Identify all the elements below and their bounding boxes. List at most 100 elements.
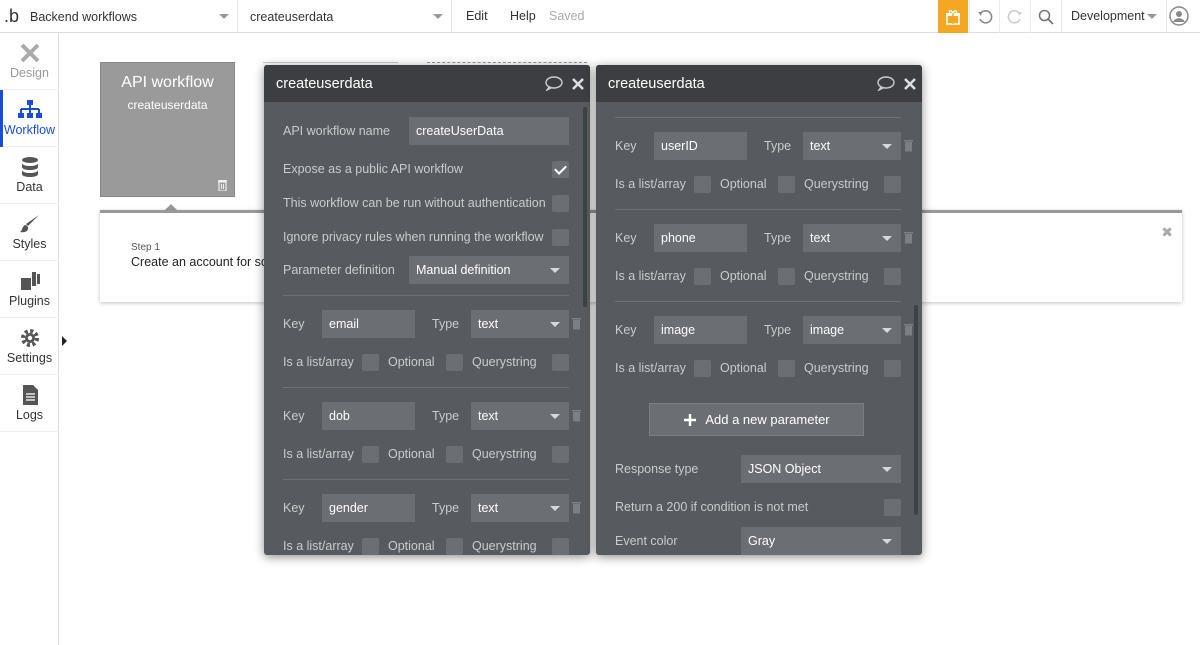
trash-icon[interactable]	[903, 139, 914, 152]
param-list-checkbox[interactable]	[694, 176, 711, 193]
gift-button[interactable]	[938, 0, 968, 33]
user-avatar-icon[interactable]	[1169, 6, 1189, 26]
trash-icon[interactable]	[903, 231, 914, 244]
environment-selector[interactable]: Development	[1061, 0, 1167, 33]
panel-header[interactable]: createuserdata	[264, 65, 590, 102]
param-querystring-checkbox[interactable]	[884, 268, 901, 285]
menu-edit[interactable]: Edit	[466, 9, 488, 23]
search-button[interactable]	[1030, 0, 1060, 33]
sidebar-item-workflow[interactable]: Workflow	[0, 90, 59, 147]
param-key-label: Key	[615, 139, 637, 153]
menu-help[interactable]: Help	[510, 9, 536, 23]
redo-button[interactable]	[999, 0, 1029, 33]
comment-icon[interactable]	[877, 76, 895, 91]
param-list-checkbox[interactable]	[362, 446, 379, 463]
trash-icon[interactable]	[571, 501, 582, 514]
param-key-label: Key	[283, 501, 305, 515]
divider	[615, 209, 901, 210]
step-description[interactable]: Create an account for so	[131, 255, 268, 269]
trash-icon[interactable]	[217, 179, 228, 191]
plugins-icon	[20, 272, 40, 290]
return-200-checkbox[interactable]	[884, 499, 901, 516]
param-querystring-label: Querystring	[472, 447, 537, 461]
sidebar-item-settings[interactable]: Settings	[0, 318, 59, 375]
trash-icon[interactable]	[571, 409, 582, 422]
param-querystring-checkbox[interactable]	[884, 360, 901, 377]
sidebar-item-data[interactable]: Data	[0, 147, 59, 204]
param-list-checkbox[interactable]	[362, 354, 379, 371]
param-optional-label: Optional	[720, 361, 767, 375]
param-list-label: Is a list/array	[615, 361, 686, 375]
sidebar-item-logs[interactable]: Logs	[0, 375, 59, 432]
param-key-label: Key	[283, 317, 305, 331]
parameter-definition-dropdown[interactable]: Manual definition	[409, 256, 569, 284]
param-key-input[interactable]: image	[654, 316, 747, 344]
param-optional-label: Optional	[388, 539, 435, 553]
param-type-dropdown[interactable]: text	[471, 402, 569, 430]
param-type-dropdown[interactable]: text	[471, 494, 569, 522]
param-list-checkbox[interactable]	[694, 360, 711, 377]
panel-scrollbar[interactable]	[583, 107, 587, 307]
param-type-dropdown[interactable]: text	[471, 310, 569, 338]
param-optional-checkbox[interactable]	[778, 268, 795, 285]
param-key-input[interactable]: phone	[654, 224, 747, 252]
event-color-dropdown[interactable]: Gray	[741, 527, 901, 555]
property-panel-left: createuserdata API workflow name createU…	[264, 65, 590, 555]
sidebar-expand-arrow-icon[interactable]	[62, 336, 67, 346]
page-selector[interactable]: Backend workflows	[22, 0, 238, 33]
param-type-dropdown[interactable]: text	[803, 132, 901, 160]
param-optional-checkbox[interactable]	[446, 538, 463, 555]
no-auth-checkbox[interactable]	[552, 195, 569, 212]
comment-icon[interactable]	[545, 76, 563, 91]
sidebar-item-plugins[interactable]: Plugins	[0, 261, 59, 318]
add-parameter-button[interactable]: Add a new parameter	[649, 403, 864, 436]
param-querystring-checkbox[interactable]	[552, 446, 569, 463]
expose-public-checkbox[interactable]	[552, 161, 569, 178]
sidebar-item-styles[interactable]: Styles	[0, 204, 59, 261]
settings-icon	[20, 329, 39, 347]
close-icon[interactable]	[904, 77, 916, 90]
param-type-label: Type	[764, 139, 792, 153]
sidebar-item-design[interactable]: Design	[0, 33, 59, 90]
api-workflow-name-input[interactable]: createUserData	[409, 117, 569, 145]
trash-icon[interactable]	[903, 323, 914, 336]
param-key-input[interactable]: gender	[322, 494, 415, 522]
panel-header[interactable]: createuserdata	[596, 65, 922, 102]
divider	[615, 117, 901, 118]
param-querystring-checkbox[interactable]	[552, 538, 569, 555]
param-list-label: Is a list/array	[283, 447, 354, 461]
trash-icon[interactable]	[571, 317, 582, 330]
param-optional-checkbox[interactable]	[778, 176, 795, 193]
sidebar-item-label: Settings	[6, 351, 53, 365]
param-list-label: Is a list/array	[615, 269, 686, 283]
param-optional-checkbox[interactable]	[446, 354, 463, 371]
param-querystring-label: Querystring	[472, 355, 537, 369]
param-type-label: Type	[432, 317, 460, 331]
workflow-selector[interactable]: createuserdata	[240, 0, 452, 33]
param-key-input[interactable]: dob	[322, 402, 415, 430]
ignore-privacy-checkbox[interactable]	[552, 229, 569, 246]
param-type-dropdown[interactable]: text	[803, 224, 901, 252]
param-key-input[interactable]: email	[322, 310, 415, 338]
workflow-selector-value: createuserdata	[250, 9, 334, 24]
sidebar-item-label: Workflow	[3, 123, 56, 137]
param-type-dropdown[interactable]: image	[803, 316, 901, 344]
param-optional-checkbox[interactable]	[446, 446, 463, 463]
response-type-dropdown[interactable]: JSON Object	[741, 455, 901, 483]
param-key-input[interactable]: userID	[654, 132, 747, 160]
bubble-logo-icon[interactable]: .b	[4, 6, 24, 26]
panel-scrollbar[interactable]	[914, 305, 918, 515]
param-list-checkbox[interactable]	[362, 538, 379, 555]
workflow-icon	[17, 100, 42, 118]
param-optional-checkbox[interactable]	[778, 360, 795, 377]
close-icon[interactable]: ✖	[1161, 224, 1173, 241]
close-icon[interactable]	[572, 77, 584, 90]
styles-icon	[19, 215, 39, 233]
api-workflow-card[interactable]: API workflow createuserdata	[100, 62, 235, 197]
param-type-label: Type	[432, 501, 460, 515]
undo-button[interactable]	[969, 0, 999, 33]
param-querystring-checkbox[interactable]	[884, 176, 901, 193]
param-querystring-checkbox[interactable]	[552, 354, 569, 371]
param-optional-label: Optional	[720, 177, 767, 191]
param-list-checkbox[interactable]	[694, 268, 711, 285]
